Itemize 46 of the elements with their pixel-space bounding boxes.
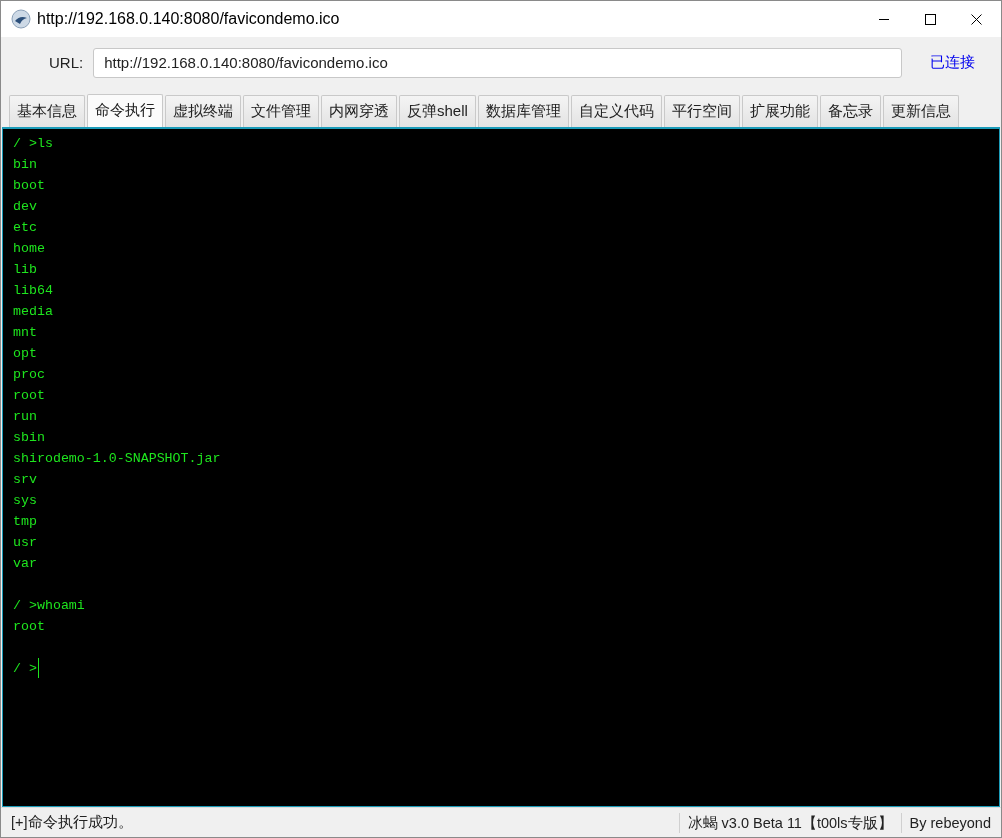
tab[interactable]: 备忘录 [819,94,881,127]
output-line: mnt [13,323,37,342]
tab[interactable]: 数据库管理 [477,94,569,127]
output-line: opt [13,344,37,363]
command-prompt: / >whoami [13,596,85,615]
tab[interactable]: 反弹shell [399,94,476,127]
output-line: usr [13,533,37,552]
tab[interactable]: 基本信息 [9,94,85,127]
output-line: sbin [13,428,45,447]
output-line: shirodemo-1.0-SNAPSHOT.jar [13,449,221,468]
output-line: run [13,407,37,426]
output-line: lib64 [13,281,53,300]
status-message: [+]命令执行成功。 [10,813,134,833]
tab[interactable]: 自定义代码 [570,94,662,127]
output-line: srv [13,470,37,489]
output-line: tmp [13,512,37,531]
tab[interactable]: 文件管理 [243,94,319,127]
output-line: bin [13,155,37,174]
tab[interactable]: 命令执行 [87,93,163,127]
output-line: boot [13,176,45,195]
maximize-icon [924,13,936,25]
output-line: home [13,239,45,258]
output-line: etc [13,218,37,237]
url-field[interactable]: http://192.168.0.140:8080/favicondemo.ico [93,47,902,78]
url-label: URL: [49,54,84,72]
output-line: proc [13,365,45,384]
close-icon [970,13,982,25]
author-label: By rebeyond [900,812,1001,833]
output-line: var [13,554,37,573]
output-line: root [13,386,45,405]
command-prompt: / > [13,659,37,678]
connection-status: 已连接 [930,53,975,73]
tab[interactable]: 扩展功能 [741,94,818,127]
command-prompt: / >ls [13,134,53,153]
version-label: 冰蝎 v3.0 Beta 11【t00ls专版】 [678,812,901,833]
bird-logo-icon [11,9,31,29]
output-line: media [13,302,53,321]
tab[interactable]: 虚拟终端 [165,94,241,127]
tab[interactable]: 更新信息 [882,94,959,127]
output-line: sys [13,491,37,510]
output-line: dev [13,197,37,216]
window-title: http://192.168.0.140:8080/favicondemo.ico [37,10,341,28]
tab[interactable]: 平行空间 [663,94,740,127]
output-line: lib [13,260,37,279]
tab[interactable]: 内网穿透 [321,94,397,127]
output-line: root [13,617,45,636]
